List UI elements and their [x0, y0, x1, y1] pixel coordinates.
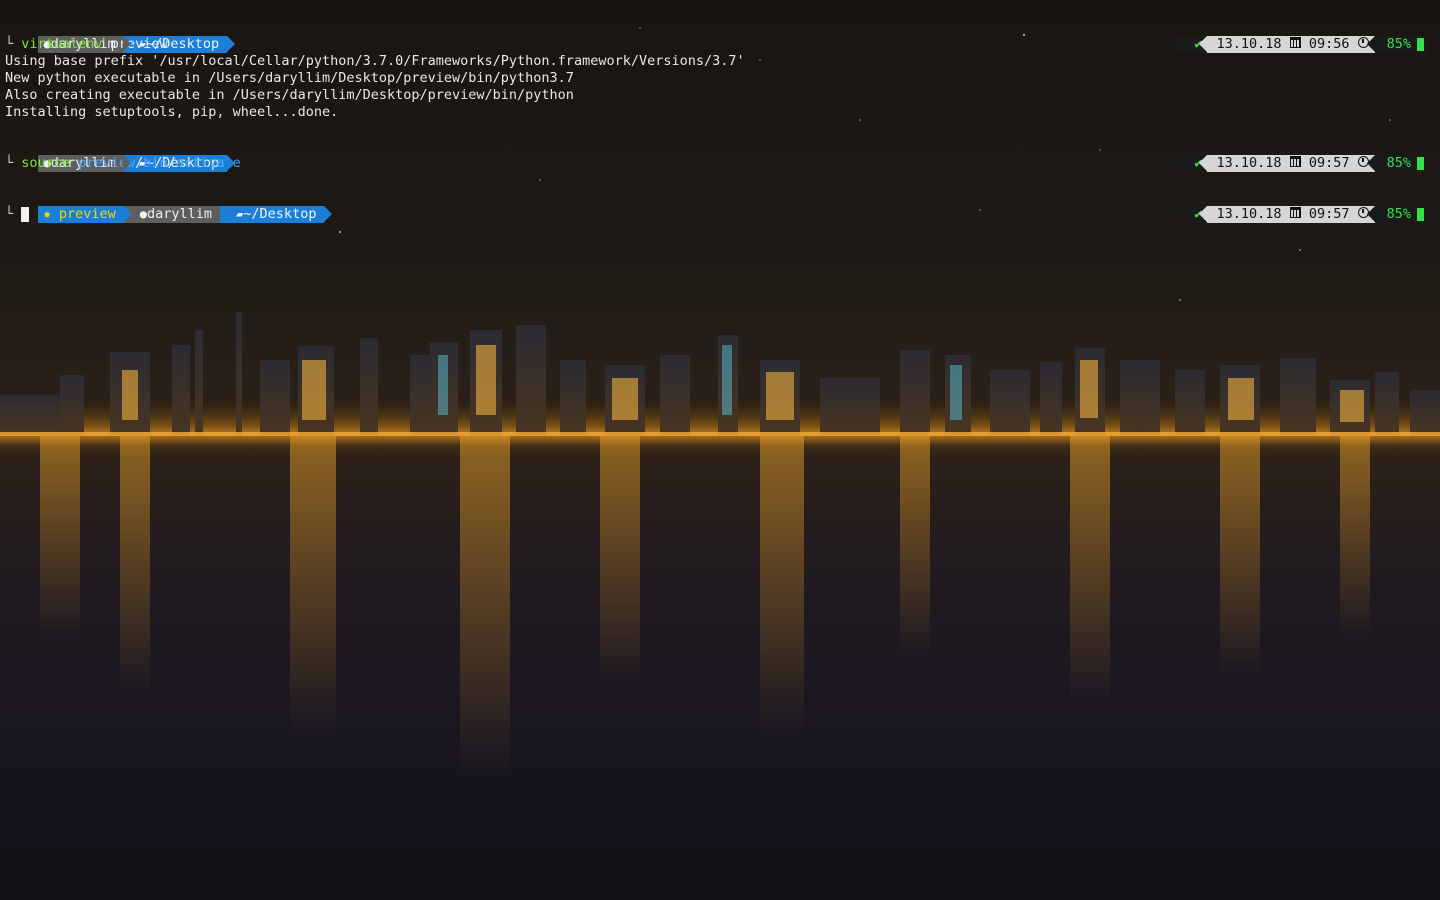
calendar-icon	[1289, 207, 1301, 218]
virtualenv-name: preview	[58, 206, 116, 222]
time-text: 09:57	[1308, 155, 1350, 171]
path-separator: /	[167, 155, 176, 171]
command-args: preview	[102, 36, 168, 52]
prompt-corner: └	[5, 206, 22, 222]
text-cursor[interactable]	[21, 207, 30, 222]
user-segment: ●daryllim	[123, 206, 221, 223]
battery-segment: 85%	[1366, 36, 1428, 53]
battery-percent: 85%	[1386, 206, 1411, 222]
virtualenv-segment: ✹ preview	[37, 206, 133, 223]
battery-segment: 85%	[1366, 155, 1428, 172]
path-separator: /	[135, 155, 144, 171]
path-part: bin	[143, 155, 168, 171]
datetime-segment: 13.10.18 09:56	[1198, 36, 1375, 53]
username: daryllim	[147, 206, 213, 222]
prompt-line-2: ●daryllim ▰~/Desktop	[5, 138, 236, 172]
command-line-3[interactable]: └	[5, 206, 30, 223]
output-line: Installing setuptools, pip, wheel...done…	[5, 104, 339, 120]
datetime-segment: 13.10.18 09:57	[1198, 155, 1375, 172]
command-line-1: └ virtualenv preview	[5, 36, 168, 53]
time-text: 09:57	[1308, 206, 1350, 222]
command-name: source	[21, 155, 71, 171]
battery-icon	[1417, 38, 1424, 51]
battery-icon	[1417, 208, 1424, 221]
output-line: Also creating executable in /Users/daryl…	[5, 87, 574, 103]
right-status-3: ✔ 13.10.18 09:57 85%	[1172, 206, 1428, 223]
command-name: virtualenv	[21, 36, 103, 52]
time-text: 09:56	[1308, 36, 1350, 52]
prompt-corner: └	[5, 36, 22, 52]
date-text: 13.10.18	[1216, 155, 1282, 171]
battery-icon	[1417, 157, 1424, 170]
calendar-icon	[1289, 156, 1301, 167]
prompt-corner: └	[5, 155, 22, 171]
directory-segment: ▰~/Desktop	[220, 206, 333, 223]
prompt-line-1: ●daryllim ▰~/Desktop	[5, 19, 236, 53]
directory-path: ~/Desktop	[243, 206, 317, 222]
battery-percent: 85%	[1386, 155, 1411, 171]
output-line: Using base prefix '/usr/local/Cellar/pyt…	[5, 53, 745, 69]
prompt-line-3: ✹ preview ●daryllim ▰~/Desktop	[5, 189, 333, 223]
apple-icon: ●	[139, 207, 148, 221]
calendar-icon	[1289, 37, 1301, 48]
date-text: 13.10.18	[1216, 36, 1282, 52]
date-text: 13.10.18	[1216, 206, 1282, 222]
python-icon: ✹	[43, 207, 51, 221]
battery-segment: 85%	[1366, 206, 1428, 223]
output-line: New python executable in /Users/daryllim…	[5, 70, 574, 86]
terminal-window[interactable]: ●daryllim ▰~/Desktop └ virtualenv preview…	[0, 0, 1440, 900]
right-status-2: ✔ 13.10.18 09:57 85%	[1172, 155, 1428, 172]
right-status-1: ✔ 13.10.18 09:56 85%	[1172, 36, 1428, 53]
battery-percent: 85%	[1386, 36, 1411, 52]
datetime-segment: 13.10.18 09:57	[1198, 206, 1375, 223]
